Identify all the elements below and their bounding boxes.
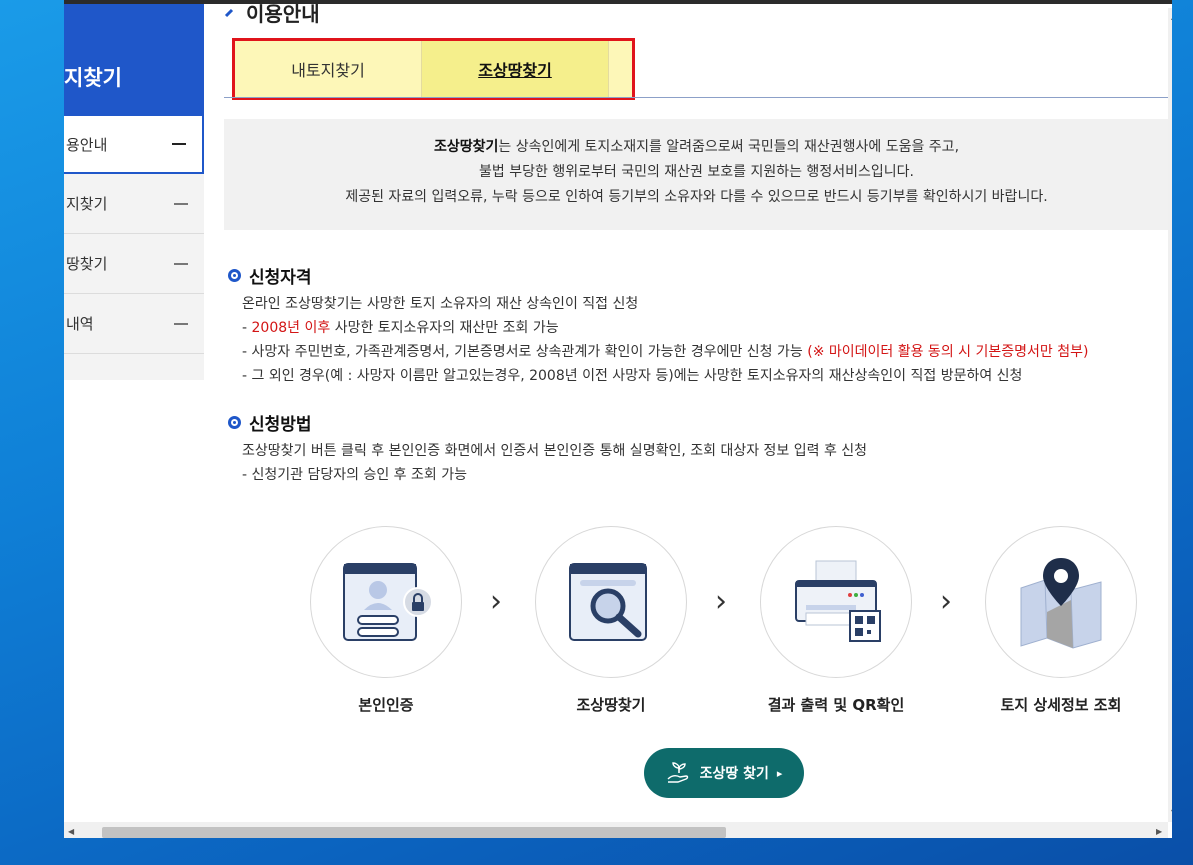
sidebar-item-ancestor-land[interactable]: 땅찾기 [64,234,204,294]
eligibility-line-3: - 사망자 주민번호, 가족관계증명서, 기본증명서로 상속관계가 확인이 가능… [242,340,1088,364]
intro-line-1-text: 는 상속인에게 토지소재지를 알려줌으로써 국민들의 재산권행사에 도움을 주고… [498,139,960,155]
sidebar-title: 지찾기 [64,4,204,114]
step-identity: 본인인증 [310,526,462,715]
intro-line-1: 조상땅찾기는 상속인에게 토지소재지를 알려줌으로써 국민들의 재산권행사에 도… [224,135,1169,160]
chevron-right-icon: › [715,584,727,619]
minus-icon [174,262,188,265]
step-label: 결과 출력 및 QR확인 [767,696,905,714]
tab-bar: 내토지찾기 조상땅찾기 [232,38,635,100]
horizontal-scroll-thumb[interactable] [102,827,726,838]
tab-my-land[interactable]: 내토지찾기 [235,41,422,97]
sidebar-item-guide[interactable]: 용안내 [64,114,204,174]
eligibility-line-3-notice: (※ 마이데이터 활용 동의 시 기본증명서만 첨부) [807,344,1089,360]
sidebar-item-my-land[interactable]: 지찾기 [64,174,204,234]
scroll-right-icon[interactable]: ▶ [1156,827,1162,836]
tab-divider [224,97,1169,98]
eligibility-text: 온라인 조상땅찾기는 사망한 토지 소유자의 재산 상속인이 직접 신청 - 2… [242,292,1088,388]
map-pin-icon [1020,558,1102,649]
horizontal-scrollbar[interactable]: ◀ ▶ [64,822,1168,838]
process-steps: 본인인증 › 조상땅찾기 › 결과 출력 및 QR확인 › 토지 상세정보 조회 [310,526,1140,716]
step-land-detail: 토지 상세정보 조회 [985,526,1137,715]
page-title: 이용안내 [246,2,320,26]
eligibility-line-1: 온라인 조상땅찾기는 사망한 토지 소유자의 재산 상속인이 직접 신청 [242,296,639,312]
eligibility-heading: 신청자격 [228,263,312,288]
identity-verification-icon [343,563,433,641]
scroll-up-icon[interactable]: ▲ [1171,12,1172,21]
method-line-2: - 신청기관 담당자의 승인 후 조회 가능 [242,467,467,483]
sidebar-item-history[interactable]: 내역 [64,294,204,354]
intro-bold: 조상땅찾기 [433,139,499,155]
vertical-scrollbar[interactable]: ▲ ▼ [1168,8,1172,822]
method-text: 조상땅찾기 버튼 클릭 후 본인인증 화면에서 인증서 본인인증 통해 실명확인… [242,439,867,487]
sprout-hand-icon [667,762,688,783]
scroll-left-icon[interactable]: ◀ [68,827,74,836]
step-print-qr: 결과 출력 및 QR확인 [760,526,912,715]
intro-line-2: 불법 부당한 행위로부터 국민의 재산권 보호를 지원하는 행정서비스입니다. [479,164,914,180]
sidebar-item-label: 용안내 [66,135,108,154]
step-label: 본인인증 [358,696,414,714]
eligibility-line-2-highlight: 2008년 이후 [251,320,331,336]
step-ancestor-search: 조상땅찾기 [535,526,687,715]
chevron-right-icon: ▸ [776,766,783,780]
step-label: 토지 상세정보 조회 [1000,696,1122,714]
eligibility-line-2-prefix: - [242,320,252,336]
eligibility-title: 신청자격 [249,268,312,288]
sidebar: 지찾기 용안내 지찾기 땅찾기 내역 [64,4,204,380]
eligibility-line-3-text: - 사망자 주민번호, 가족관계증명서, 기본증명서로 상속관계가 확인이 가능… [242,344,808,360]
step-circle [310,526,462,678]
minus-icon [172,143,186,145]
browser-window: 지찾기 용안내 지찾기 땅찾기 내역 이용안내 내토지찾기 조상땅찾기 조상땅찾… [64,0,1172,838]
tab-ancestor-land[interactable]: 조상땅찾기 [422,41,609,97]
printer-qr-icon [795,560,881,642]
cta-label: 조상땅 찾기 [699,766,769,782]
intro-box: 조상땅찾기는 상속인에게 토지소재지를 알려줌으로써 국민들의 재산권행사에 도… [224,119,1169,230]
step-circle [985,526,1137,678]
method-title: 신청방법 [249,415,312,435]
bullet-icon [228,269,241,282]
chevron-right-icon: › [940,584,952,619]
method-heading: 신청방법 [228,410,312,435]
main-content: 이용안내 내토지찾기 조상땅찾기 조상땅찾기는 상속인에게 토지소재지를 알려줌… [224,4,1169,838]
ancestor-land-search-button[interactable]: 조상땅 찾기 ▸ [644,748,804,798]
intro-line-3: 제공된 자료의 입력오류, 누락 등으로 인하여 등기부의 소유자와 다를 수 … [345,189,1048,205]
search-icon [569,563,647,641]
method-line-1: 조상땅찾기 버튼 클릭 후 본인인증 화면에서 인증서 본인인증 통해 실명확인… [242,443,868,459]
minus-icon [174,322,188,325]
sidebar-item-label: 지찾기 [66,195,108,213]
eligibility-line-4: - 그 외인 경우(예 : 사망자 이름만 알고있는경우, 2008년 이전 사… [242,368,1023,384]
step-circle [535,526,687,678]
chevron-right-icon: › [490,584,502,619]
sidebar-item-label: 내역 [66,315,94,333]
bullet-icon [228,416,241,429]
sidebar-item-label: 땅찾기 [66,255,108,273]
step-circle [760,526,912,678]
eligibility-line-2: - 2008년 이후 사망한 토지소유자의 재산만 조회 가능 [242,316,1088,340]
heading-mark-icon [224,8,234,17]
eligibility-line-2-text: 사망한 토지소유자의 재산만 조회 가능 [330,320,559,336]
scroll-down-icon[interactable]: ▼ [1171,808,1172,817]
section-heading: 이용안내 [224,2,320,27]
minus-icon [174,202,188,205]
step-label: 조상땅찾기 [576,696,646,714]
